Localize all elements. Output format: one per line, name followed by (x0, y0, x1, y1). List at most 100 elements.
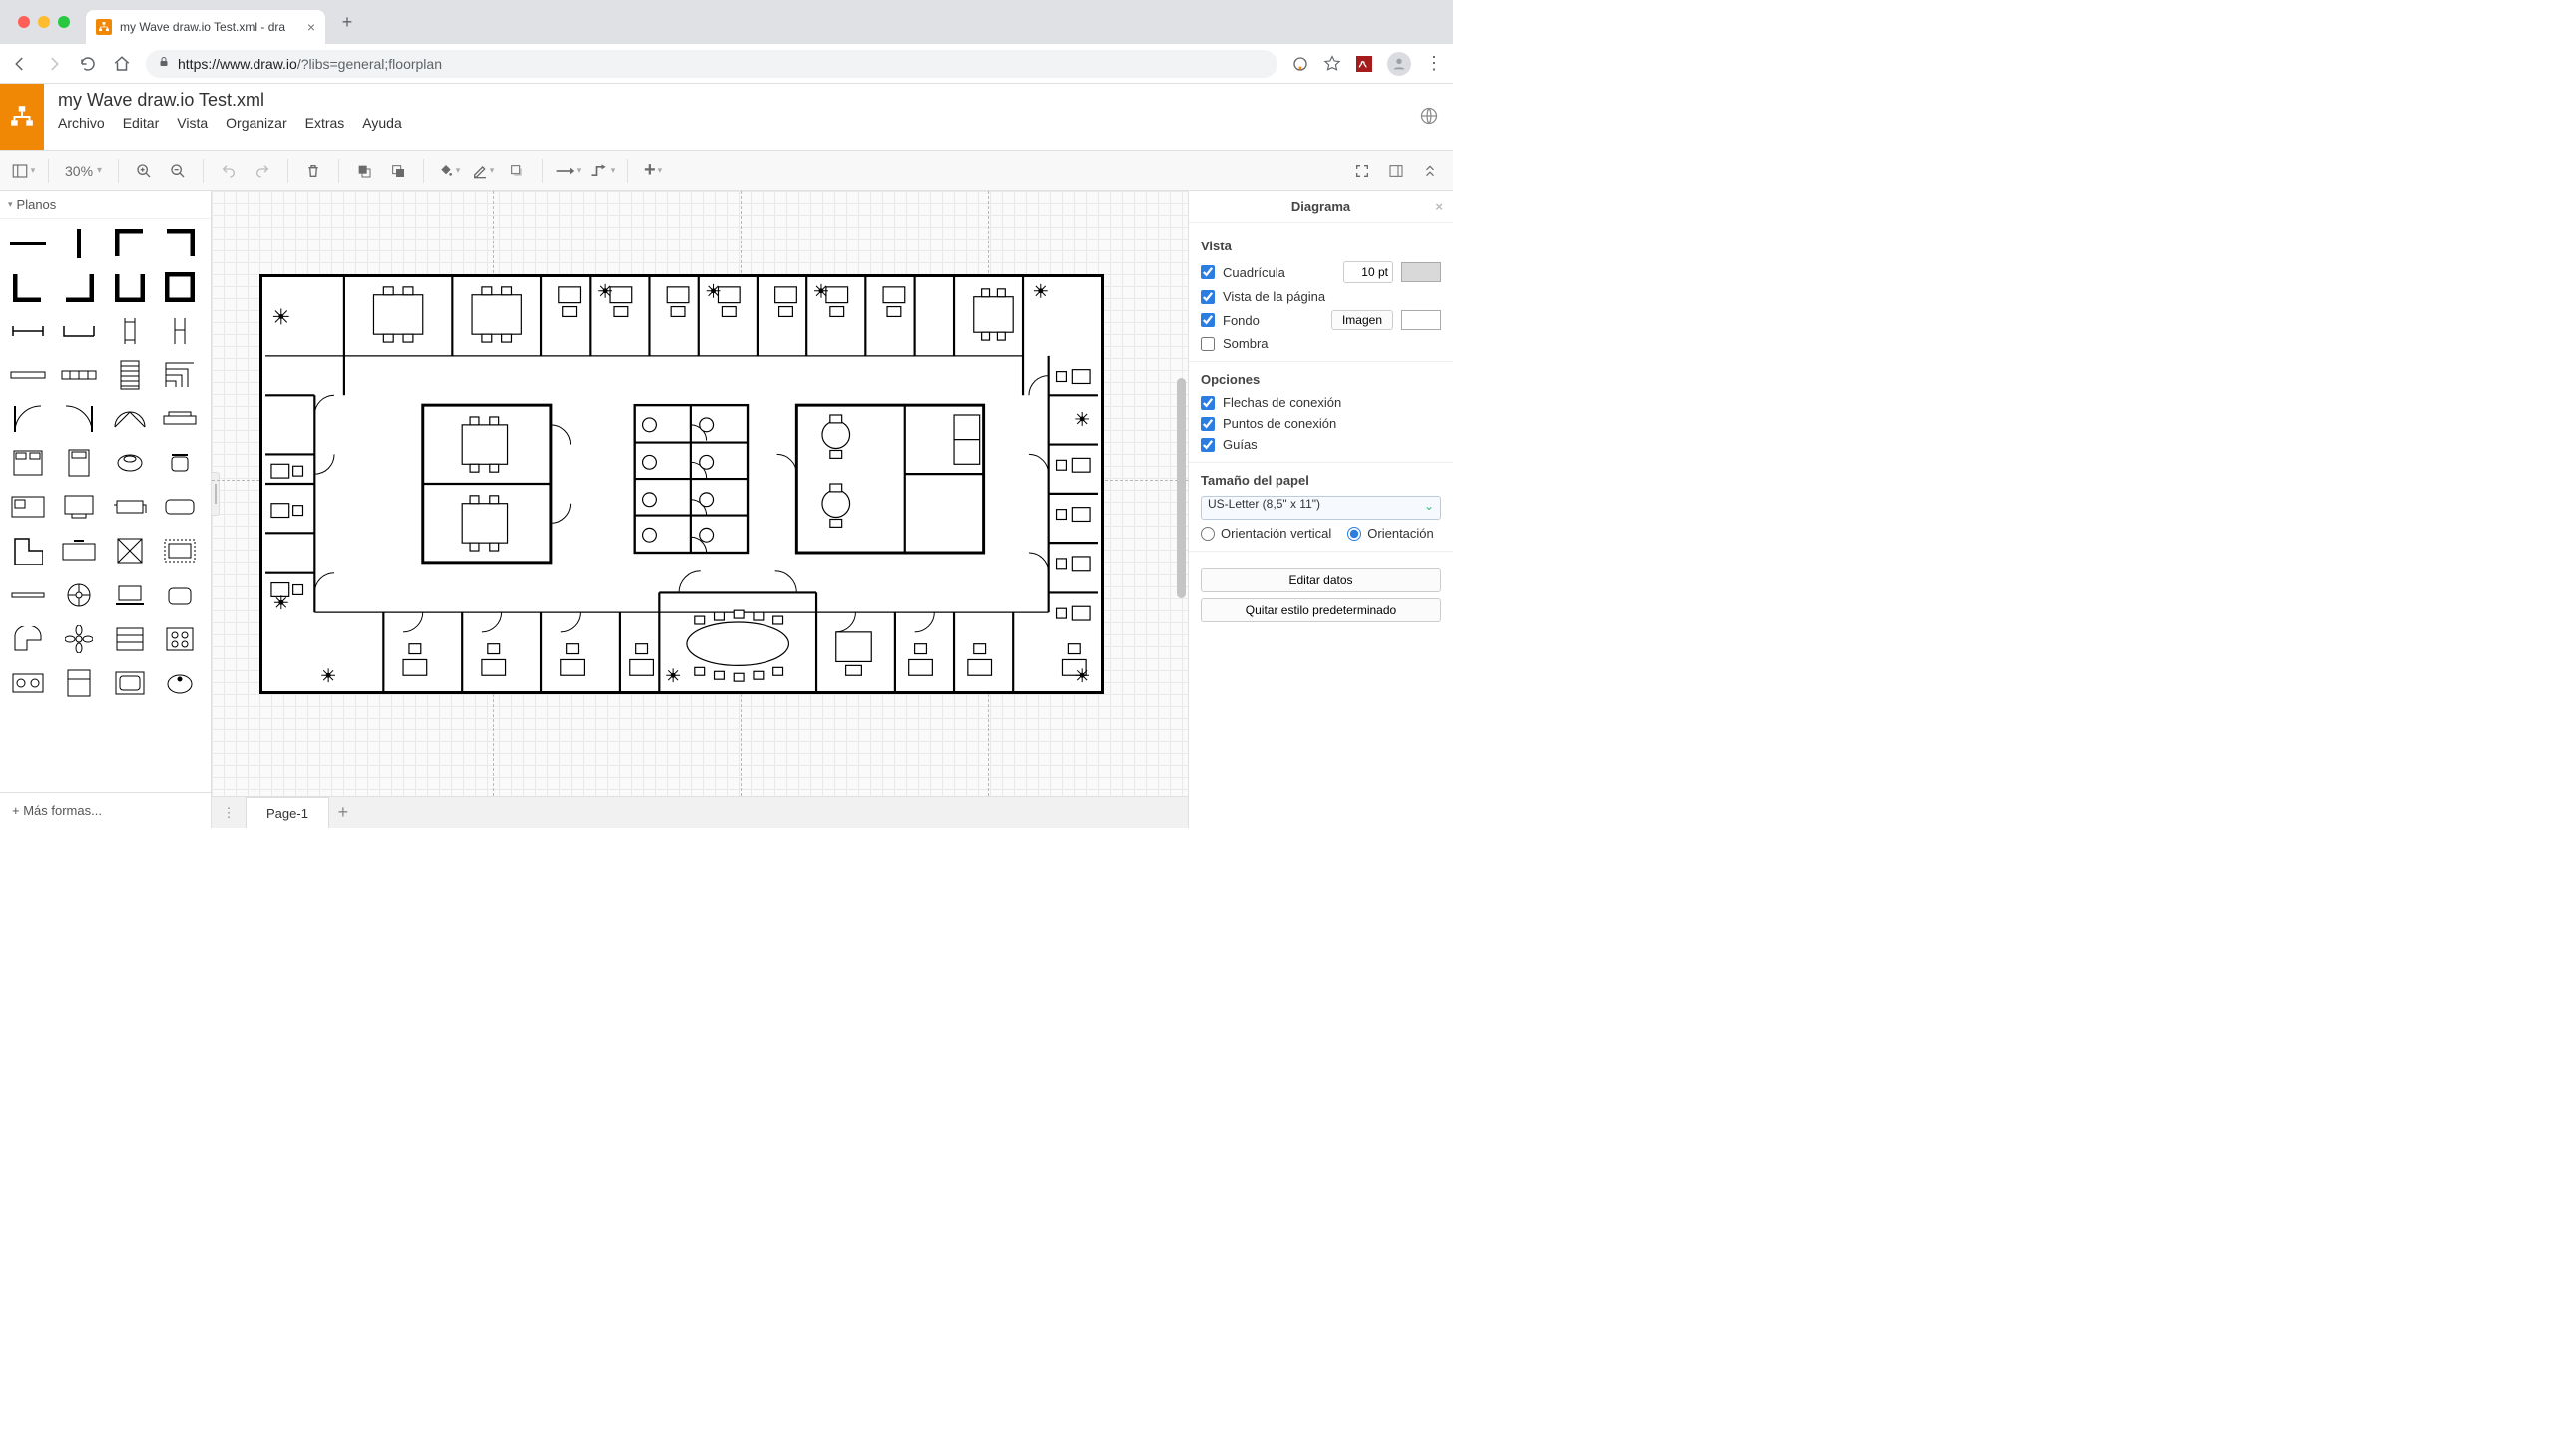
shape-window-grid[interactable] (59, 358, 99, 392)
shape-piano[interactable] (8, 622, 48, 656)
drawio-logo-icon[interactable] (0, 84, 44, 150)
shape-dimension[interactable] (110, 314, 150, 348)
shape-sofa-2[interactable] (160, 490, 200, 524)
background-color-swatch[interactable] (1401, 310, 1441, 330)
shape-toaster[interactable] (160, 578, 200, 612)
fill-color-button[interactable]: ▾ (434, 156, 464, 186)
shape-rug[interactable] (160, 534, 200, 568)
shape-wall-corner-br[interactable] (59, 270, 99, 304)
shape-table-round[interactable] (110, 446, 150, 480)
orientation-portrait-radio[interactable] (1201, 527, 1215, 541)
format-panel-close-icon[interactable]: × (1435, 199, 1443, 214)
redo-button[interactable] (248, 156, 277, 186)
background-checkbox[interactable] (1201, 313, 1215, 327)
url-bar[interactable]: https://www.draw.io/?libs=general;floorp… (146, 50, 1278, 78)
shape-dimension-2[interactable] (160, 314, 200, 348)
shape-dresser[interactable] (110, 622, 150, 656)
clear-default-style-button[interactable]: Quitar estilo predeterminado (1201, 598, 1441, 622)
browser-tab[interactable]: my Wave draw.io Test.xml - dra × (86, 10, 325, 44)
view-sidebar-button[interactable]: ▾ (8, 156, 38, 186)
shape-fridge[interactable] (59, 666, 99, 700)
guides-checkbox[interactable] (1201, 438, 1215, 452)
shape-window-bay[interactable] (160, 402, 200, 436)
window-close-icon[interactable] (18, 16, 30, 28)
shape-bed-double[interactable] (8, 446, 48, 480)
to-back-button[interactable] (383, 156, 413, 186)
zoom-out-button[interactable] (163, 156, 193, 186)
shape-wall-corner-tl[interactable] (110, 227, 150, 260)
format-panel-button[interactable] (1381, 156, 1411, 186)
shape-door-double[interactable] (110, 402, 150, 436)
new-tab-button[interactable]: + (333, 8, 361, 36)
menu-extras[interactable]: Extras (305, 115, 345, 131)
shape-wall-h[interactable] (8, 227, 48, 260)
shape-chair[interactable] (160, 446, 200, 480)
menu-archivo[interactable]: Archivo (58, 115, 105, 131)
fullscreen-button[interactable] (1347, 156, 1377, 186)
shape-cooktop[interactable] (8, 666, 48, 700)
grid-color-swatch[interactable] (1401, 262, 1441, 282)
insert-button[interactable]: +▾ (638, 156, 668, 186)
shape-wall-room[interactable] (160, 270, 200, 304)
shape-opening-2[interactable] (59, 314, 99, 348)
grid-size-input[interactable] (1343, 261, 1393, 283)
orientation-landscape-radio[interactable] (1347, 527, 1361, 541)
mendeley-extension-icon[interactable] (1355, 55, 1373, 73)
shape-desk-2[interactable] (59, 490, 99, 524)
to-front-button[interactable] (349, 156, 379, 186)
menu-ayuda[interactable]: Ayuda (362, 115, 401, 131)
shape-sofa[interactable] (110, 490, 150, 524)
document-title[interactable]: my Wave draw.io Test.xml (58, 90, 1405, 111)
browser-menu-icon[interactable]: ⋮ (1425, 53, 1443, 74)
menu-organizar[interactable]: Organizar (226, 115, 286, 131)
shape-wall-u[interactable] (110, 270, 150, 304)
shape-desk[interactable] (8, 490, 48, 524)
more-shapes-button[interactable]: + Más formas... (0, 792, 211, 828)
language-globe-icon[interactable] (1419, 106, 1453, 129)
shape-window-narrow[interactable] (8, 358, 48, 392)
shape-shelf[interactable] (8, 578, 48, 612)
shape-tv[interactable] (59, 534, 99, 568)
window-zoom-icon[interactable] (58, 16, 70, 28)
floorplan-drawing[interactable] (259, 274, 1104, 694)
add-page-button[interactable]: + (329, 802, 357, 823)
shape-laptop[interactable] (110, 578, 150, 612)
shadow-button[interactable] (502, 156, 532, 186)
shape-stove[interactable] (160, 622, 200, 656)
shape-fan[interactable] (59, 578, 99, 612)
pagebar-menu-icon[interactable]: ⋮ (218, 802, 240, 824)
undo-button[interactable] (214, 156, 244, 186)
shape-bed-single[interactable] (59, 446, 99, 480)
shape-stairs[interactable] (110, 358, 150, 392)
bookmark-star-icon[interactable] (1323, 55, 1341, 73)
menu-editar[interactable]: Editar (123, 115, 160, 131)
delete-button[interactable] (298, 156, 328, 186)
palette-header-planos[interactable]: Planos (0, 191, 211, 219)
zoom-in-button[interactable] (129, 156, 159, 186)
nav-back-button[interactable] (10, 54, 30, 74)
page-view-checkbox[interactable] (1201, 290, 1215, 304)
window-minimize-icon[interactable] (38, 16, 50, 28)
shadow-checkbox[interactable] (1201, 337, 1215, 351)
tab-close-icon[interactable]: × (307, 19, 315, 35)
background-image-button[interactable]: Imagen (1331, 310, 1393, 330)
nav-forward-button[interactable] (44, 54, 64, 74)
shape-door-quarter-2[interactable] (59, 402, 99, 436)
line-color-button[interactable]: ▾ (468, 156, 498, 186)
shape-sink[interactable] (110, 666, 150, 700)
shape-flower[interactable] (59, 622, 99, 656)
nav-home-button[interactable] (112, 54, 132, 74)
edit-data-button[interactable]: Editar datos (1201, 568, 1441, 592)
vertical-scrollbar[interactable] (1177, 199, 1186, 788)
shape-stairs-2[interactable] (160, 358, 200, 392)
profile-avatar-icon[interactable] (1387, 52, 1411, 76)
shape-basin[interactable] (160, 666, 200, 700)
conn-points-checkbox[interactable] (1201, 417, 1215, 431)
shape-wall-corner-tr[interactable] (160, 227, 200, 260)
collapse-toolbar-button[interactable] (1415, 156, 1445, 186)
sidebar-collapse-handle[interactable] (212, 472, 220, 516)
extension-icon[interactable] (1291, 55, 1309, 73)
grid-checkbox[interactable] (1201, 265, 1215, 279)
shape-counter-l[interactable] (8, 534, 48, 568)
shape-opening[interactable] (8, 314, 48, 348)
